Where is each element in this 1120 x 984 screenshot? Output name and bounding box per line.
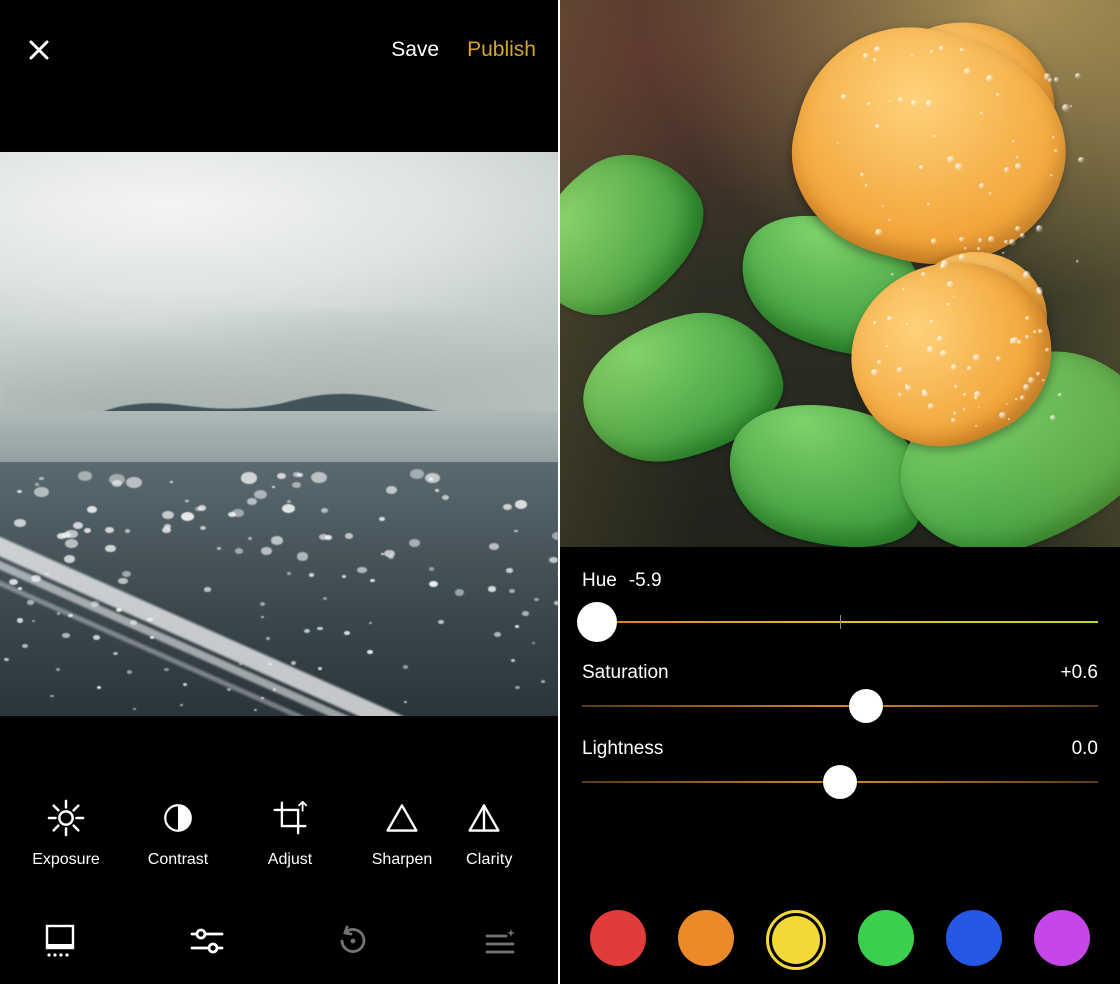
tool-label: Clarity: [466, 851, 526, 869]
undo-icon: [336, 925, 370, 957]
slider-group-lightness: Lightness 0.0: [582, 738, 1098, 794]
swatch-magenta[interactable]: [1034, 910, 1090, 966]
bottom-tab-reset[interactable]: [328, 916, 378, 966]
half-circle-icon: [161, 798, 195, 838]
photo-preview[interactable]: [0, 152, 560, 716]
close-icon: [27, 38, 51, 62]
swatch-green[interactable]: [858, 910, 914, 966]
tool-clarity[interactable]: Clarity: [458, 798, 550, 869]
frame-dots-icon: [44, 924, 76, 958]
slider-value-lightness: 0.0: [1072, 738, 1098, 760]
slider-value-hue: -5.9: [629, 570, 662, 592]
slider-group-hue: Hue -5.9: [582, 570, 1098, 634]
close-button[interactable]: [24, 35, 54, 65]
color-swatch-row: [560, 910, 1120, 970]
triangle-split-icon: [466, 798, 502, 838]
tool-label: Exposure: [32, 851, 100, 869]
slider-saturation[interactable]: [582, 694, 1098, 718]
color-controls: Hue -5.9 Saturation +0.6: [560, 570, 1120, 814]
tool-sharpen[interactable]: Sharpen: [346, 798, 458, 869]
publish-button[interactable]: Publish: [467, 38, 536, 62]
bottom-tab-presets[interactable]: [475, 916, 525, 966]
left-pane: Save Publish: [0, 0, 560, 984]
tool-contrast[interactable]: Contrast: [122, 798, 234, 869]
swatch-yellow[interactable]: [766, 910, 826, 970]
swatch-blue[interactable]: [946, 910, 1002, 966]
slider-label-lightness: Lightness: [582, 738, 663, 760]
slider-label-hue: Hue: [582, 570, 617, 592]
tool-label: Adjust: [268, 851, 312, 869]
slider-group-saturation: Saturation +0.6: [582, 662, 1098, 718]
tool-label: Contrast: [148, 851, 208, 869]
app-root: Save Publish: [0, 0, 1120, 984]
slider-label-saturation: Saturation: [582, 662, 669, 684]
right-pane: Hue -5.9 Saturation +0.6: [560, 0, 1120, 984]
tool-adjust[interactable]: Adjust: [234, 798, 346, 869]
lines-star-icon: [484, 927, 516, 955]
tool-exposure[interactable]: Exposure: [10, 798, 122, 869]
tool-label: Sharpen: [372, 851, 433, 869]
bottom-tab-sliders[interactable]: [182, 916, 232, 966]
swatch-orange[interactable]: [678, 910, 734, 966]
bottom-tab-bar: [0, 906, 560, 976]
sliders-icon: [190, 927, 224, 955]
crop-icon: [272, 798, 308, 838]
slider-lightness[interactable]: [582, 770, 1098, 794]
slider-value-saturation: +0.6: [1060, 662, 1098, 684]
sun-icon: [47, 798, 85, 838]
edit-tools-row[interactable]: Exposure Contrast: [0, 798, 560, 869]
swatch-red[interactable]: [590, 910, 646, 966]
save-button[interactable]: Save: [391, 38, 439, 62]
editor-header: Save Publish: [0, 0, 560, 80]
photo-preview-color[interactable]: [560, 0, 1120, 547]
triangle-icon: [384, 798, 420, 838]
slider-hue[interactable]: [582, 610, 1098, 634]
bottom-tab-filters[interactable]: [35, 916, 85, 966]
